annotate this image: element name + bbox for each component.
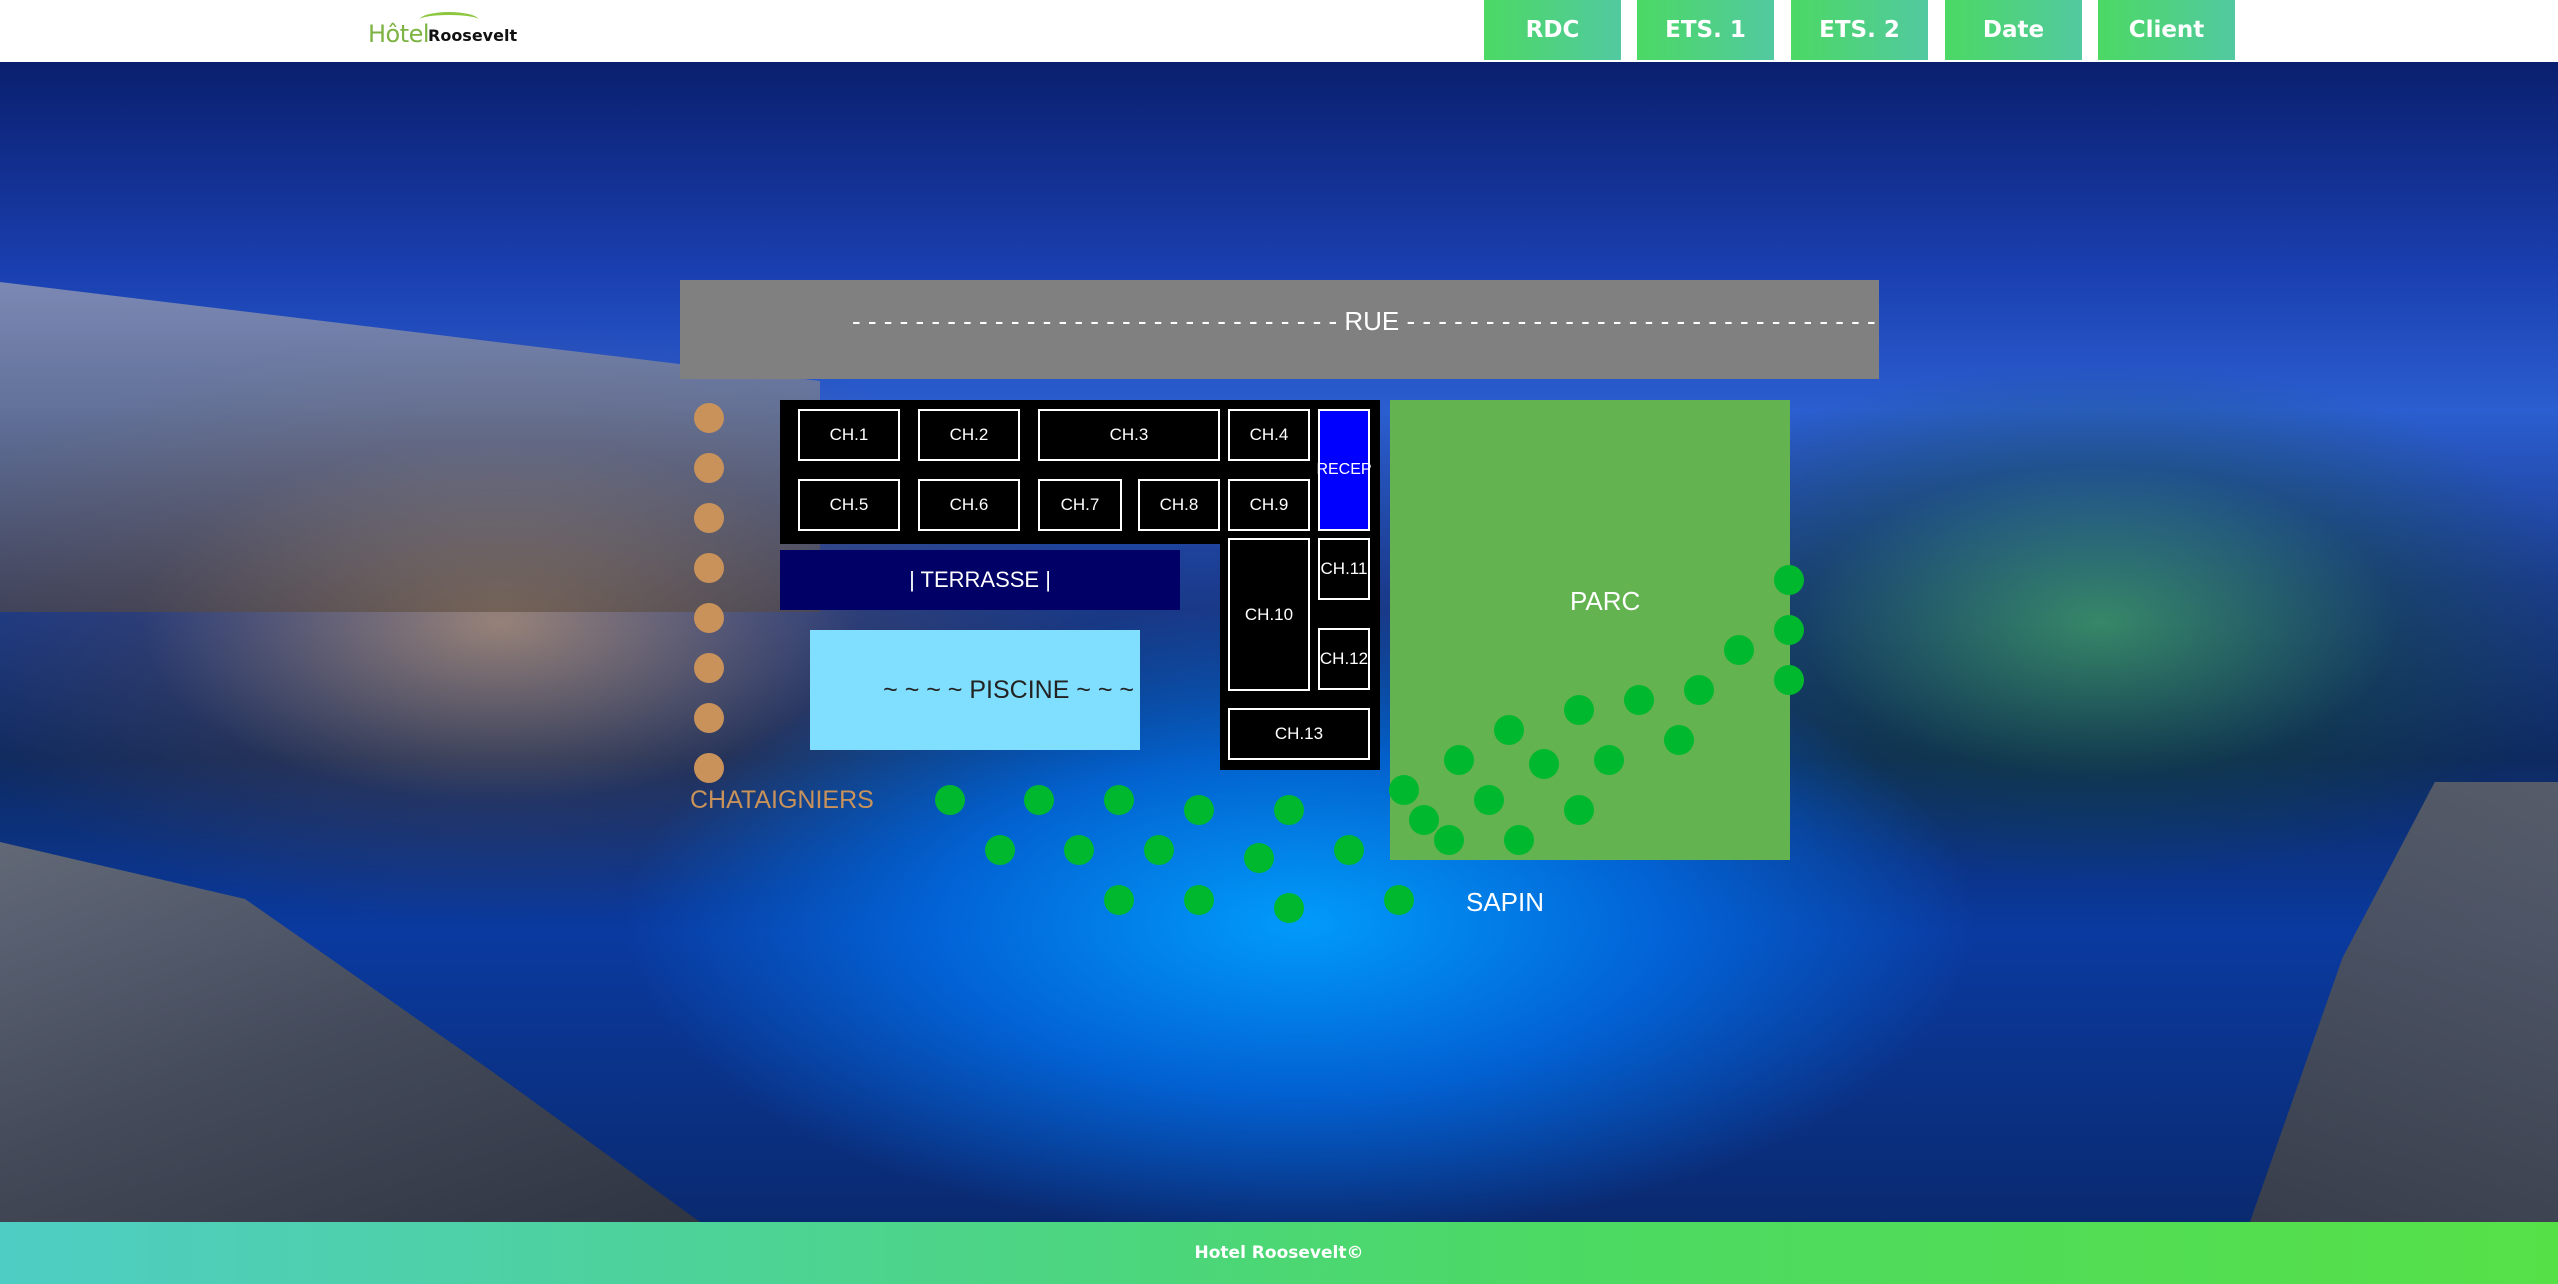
room-ch3[interactable]: CH.3 (1038, 409, 1220, 461)
chestnut-tree-icon (694, 753, 724, 783)
street-label: - - - - - - - - - - - - - - - - - - - - … (852, 306, 1882, 336)
fir-tree-icon (1274, 795, 1304, 825)
nav-button-date[interactable]: Date (1945, 0, 2082, 60)
chestnut-tree-icon (694, 403, 724, 433)
fir-tree-icon (985, 835, 1015, 865)
room-ch8[interactable]: CH.8 (1138, 479, 1220, 531)
chestnut-tree-icon (694, 553, 724, 583)
fir-tree-icon (935, 785, 965, 815)
fir-tree-icon (1624, 685, 1654, 715)
fir-tree-icon (1774, 565, 1804, 595)
fir-tree-icon (1564, 695, 1594, 725)
piscine-pool: ~ ~ ~ ~ PISCINE ~ ~ ~ (810, 630, 1140, 750)
fir-tree-icon (1684, 675, 1714, 705)
nav-button-ets1[interactable]: ETS. 1 (1637, 0, 1774, 60)
chestnut-tree-icon (694, 603, 724, 633)
terrasse-area: | TERRASSE | (780, 550, 1180, 610)
reception[interactable]: RECEP (1316, 409, 1372, 531)
chestnut-tree-icon (694, 453, 724, 483)
fir-tree-icon (1434, 825, 1464, 855)
fir-tree-icon (1064, 835, 1094, 865)
fir-tree-icon (1774, 615, 1804, 645)
fir-tree-icon (1024, 785, 1054, 815)
room-ch13[interactable]: CH.13 (1228, 708, 1370, 760)
fir-tree-icon (1334, 835, 1364, 865)
fir-tree-icon (1594, 745, 1624, 775)
fir-tree-icon (1184, 885, 1214, 915)
nav-button-ets2[interactable]: ETS. 2 (1791, 0, 1928, 60)
top-navbar: Hôtel Roosevelt RDC ETS. 1 ETS. 2 Date C… (0, 0, 2558, 62)
stone-terrace-left (0, 842, 700, 1222)
chestnut-tree-icon (694, 703, 724, 733)
footer-copyright: Hotel Roosevelt© (1194, 1243, 1364, 1263)
fir-tree-icon (1144, 835, 1174, 865)
room-ch6[interactable]: CH.6 (918, 479, 1020, 531)
room-ch1[interactable]: CH.1 (798, 409, 900, 461)
fir-tree-icon (1104, 785, 1134, 815)
fir-tree-icon (1384, 885, 1414, 915)
stone-terrace-right (2250, 782, 2558, 1222)
footer: Hotel Roosevelt© (0, 1222, 2558, 1284)
room-ch12[interactable]: CH.12 (1318, 628, 1370, 690)
room-ch5[interactable]: CH.5 (798, 479, 900, 531)
fir-tree-icon (1474, 785, 1504, 815)
chataigniers-label: CHATAIGNIERS (690, 786, 874, 814)
room-ch2[interactable]: CH.2 (918, 409, 1020, 461)
fir-tree-icon (1494, 715, 1524, 745)
logo-text-roosevelt: Roosevelt (428, 26, 518, 45)
fir-tree-icon (1529, 749, 1559, 779)
fir-tree-icon (1184, 795, 1214, 825)
fir-tree-icon (1389, 775, 1419, 805)
parc-label: PARC (1570, 586, 1641, 616)
fir-tree-icon (1409, 805, 1439, 835)
fir-tree-icon (1504, 825, 1534, 855)
fir-tree-icon (1244, 843, 1274, 873)
room-ch11[interactable]: CH.11 (1318, 538, 1370, 600)
chestnut-tree-icon (694, 503, 724, 533)
nav-button-rdc[interactable]: RDC (1484, 0, 1621, 60)
fir-tree-icon (1564, 795, 1594, 825)
room-ch4[interactable]: CH.4 (1228, 409, 1310, 461)
fir-tree-icon (1724, 635, 1754, 665)
fir-tree-icon (1444, 745, 1474, 775)
room-ch10[interactable]: CH.10 (1228, 538, 1310, 691)
room-ch9[interactable]: CH.9 (1228, 479, 1310, 531)
fir-tree-icon (1274, 893, 1304, 923)
room-ch7[interactable]: CH.7 (1038, 479, 1122, 531)
chestnut-tree-icon (694, 653, 724, 683)
fir-tree-icon (1774, 665, 1804, 695)
nav-button-client[interactable]: Client (2098, 0, 2235, 60)
parc-area (1390, 400, 1790, 860)
logo-text-hotel: Hôtel (368, 20, 430, 48)
sapin-label: SAPIN (1466, 887, 1545, 917)
fir-tree-icon (1104, 885, 1134, 915)
fir-tree-icon (1664, 725, 1694, 755)
